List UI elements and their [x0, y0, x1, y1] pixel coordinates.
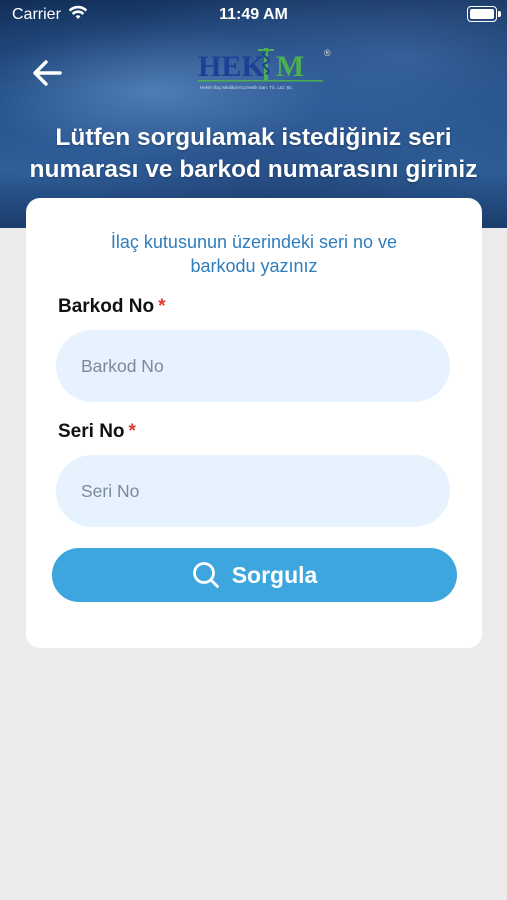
required-mark: * — [158, 296, 166, 317]
barkod-label-text: Barkod No — [58, 296, 155, 317]
query-form-card: İlaç kutusunun üzerindeki seri no ve bar… — [26, 198, 482, 648]
header-background — [0, 0, 507, 228]
instruction-text: İlaç kutusunun üzerindeki seri no ve bar… — [110, 232, 398, 276]
arrow-left-icon — [33, 60, 62, 86]
seri-label: Seri No * — [58, 421, 136, 443]
svg-text:®: ® — [324, 48, 331, 58]
barkod-input[interactable] — [56, 330, 450, 402]
back-button[interactable] — [30, 58, 66, 88]
battery-icon — [467, 6, 501, 22]
status-bar: Carrier 11:49 AM — [0, 0, 507, 30]
sorgula-label: Sorgula — [231, 561, 318, 588]
required-mark: * — [128, 421, 136, 442]
seri-input[interactable] — [56, 455, 450, 527]
status-time: 11:49 AM — [219, 6, 288, 23]
search-icon — [192, 562, 219, 588]
svg-text:M: M — [276, 50, 304, 83]
sorgula-button[interactable]: Sorgula — [52, 548, 457, 602]
hekim-logo: HEK M ® Hekim İlaç Medikal Kozmetik San.… — [196, 44, 336, 96]
page-title: Lütfen sorgulamak istediğiniz seri numar… — [29, 124, 478, 183]
svg-text:Hekim İlaç Medikal Kozmetik Sa: Hekim İlaç Medikal Kozmetik San. Tic. Lt… — [200, 84, 293, 90]
svg-text:HEK: HEK — [198, 50, 265, 83]
seri-label-text: Seri No — [58, 421, 125, 442]
barkod-label: Barkod No * — [58, 296, 165, 318]
